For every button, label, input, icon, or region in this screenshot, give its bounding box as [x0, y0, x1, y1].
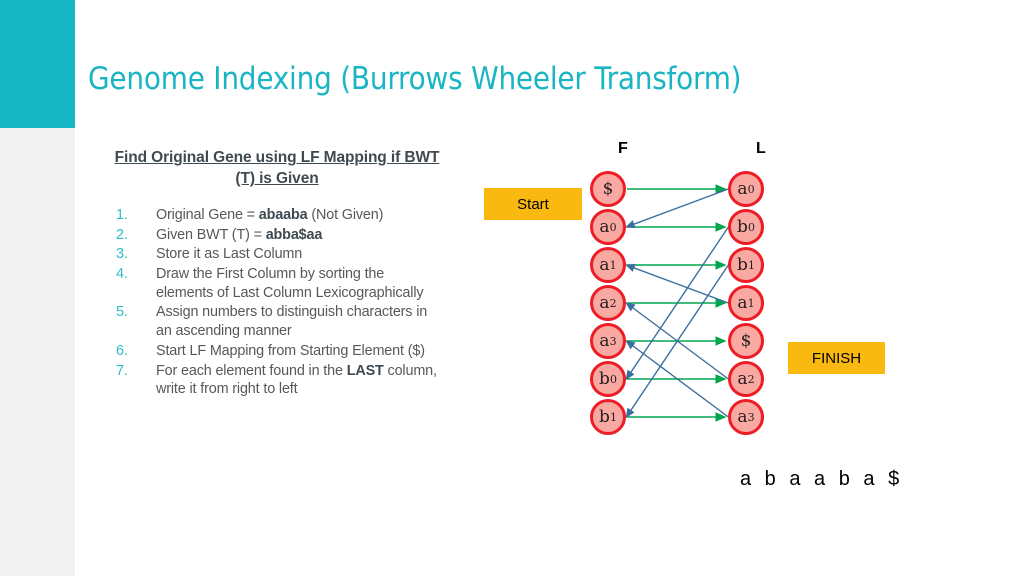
step-emphasis: abaaba: [258, 206, 308, 223]
row-pair-arrows: [627, 184, 727, 422]
node-char: $: [602, 178, 614, 199]
node-char: a: [599, 254, 610, 275]
gray-side-strip: [0, 128, 75, 576]
last-column-node: $: [728, 323, 764, 359]
start-badge: Start: [484, 188, 582, 220]
steps-list: Original Gene = abaaba (Not Given) Given …: [112, 206, 442, 399]
node-subscript: 1: [747, 296, 755, 310]
finish-badge: FINISH: [788, 342, 885, 374]
node-char: b: [737, 254, 748, 275]
node-subscript: 3: [609, 334, 617, 348]
step-item: Start LF Mapping from Starting Element (…: [112, 342, 442, 361]
result-string: a b a a b a $: [740, 468, 904, 490]
instructions-panel: Find Original Gene using LF Mapping if B…: [112, 148, 442, 400]
panel-heading: Find Original Gene using LF Mapping if B…: [114, 149, 440, 187]
node-char: a: [737, 406, 748, 427]
page-title: Genome Indexing (Burrows Wheeler Transfo…: [88, 61, 742, 97]
step-item: Draw the First Column by sorting the ele…: [112, 265, 442, 302]
step-text: Original Gene =: [156, 206, 259, 223]
slide-canvas: Genome Indexing (Burrows Wheeler Transfo…: [0, 0, 1024, 576]
step-emphasis: LAST: [346, 362, 384, 379]
step-text: For each element found in the: [156, 362, 347, 379]
lf-mapping-arrow: [625, 263, 729, 304]
step-text: Store it as Last Column: [156, 246, 303, 263]
step-text: Draw the First Column by sorting the ele…: [156, 266, 424, 301]
node-char: a: [599, 292, 610, 313]
step-item: Given BWT (T) = abba$aa: [112, 226, 442, 245]
node-subscript: 1: [747, 258, 755, 272]
step-text: Start LF Mapping from Starting Element (…: [156, 342, 425, 359]
first-column-node: $: [590, 171, 626, 207]
last-column-node: a1: [728, 285, 764, 321]
node-char: b: [737, 216, 748, 237]
node-subscript: 0: [609, 372, 617, 386]
lf-mapping-arrow: [625, 188, 729, 229]
node-subscript: 2: [747, 372, 755, 386]
node-char: b: [599, 368, 610, 389]
bwt-diagram: F L $ a 0 a 1 a 2 a 3 b 0 b 1 a 0 b 0 b 1 a 1 $ a 2 a 3 Start FI…: [470, 130, 1024, 530]
first-column-node: a1: [590, 247, 626, 283]
node-char: $: [740, 330, 752, 351]
node-subscript: 2: [609, 296, 617, 310]
step-text-tail: (Not Given): [307, 206, 384, 223]
first-column-node: a0: [590, 209, 626, 245]
step-item: Assign numbers to distinguish characters…: [112, 303, 442, 340]
first-column-node: a2: [590, 285, 626, 321]
node-char: a: [599, 216, 610, 237]
node-subscript: 1: [609, 410, 617, 424]
node-char: a: [737, 292, 748, 313]
node-char: a: [737, 368, 748, 389]
last-column-node: b0: [728, 209, 764, 245]
teal-accent-block: [0, 0, 75, 128]
node-subscript: 3: [747, 410, 755, 424]
last-column-node: a3: [728, 399, 764, 435]
first-column-node: a3: [590, 323, 626, 359]
first-column-node: b0: [590, 361, 626, 397]
last-column-node: a0: [728, 171, 764, 207]
step-emphasis: abba$aa: [265, 226, 323, 243]
node-subscript: 0: [747, 182, 755, 196]
step-text: Given BWT (T) =: [156, 226, 266, 243]
step-item: Store it as Last Column: [112, 245, 442, 264]
step-text: Assign numbers to distinguish characters…: [156, 304, 428, 340]
first-column-node: b1: [590, 399, 626, 435]
step-item: For each element found in the LAST colum…: [112, 362, 442, 399]
node-char: a: [599, 330, 610, 351]
node-subscript: 0: [747, 220, 755, 234]
node-subscript: 0: [609, 220, 617, 234]
last-column-node: b1: [728, 247, 764, 283]
node-char: a: [737, 178, 748, 199]
last-column-node: a2: [728, 361, 764, 397]
node-char: b: [599, 406, 610, 427]
node-subscript: 1: [609, 258, 617, 272]
step-item: Original Gene = abaaba (Not Given): [112, 206, 442, 225]
